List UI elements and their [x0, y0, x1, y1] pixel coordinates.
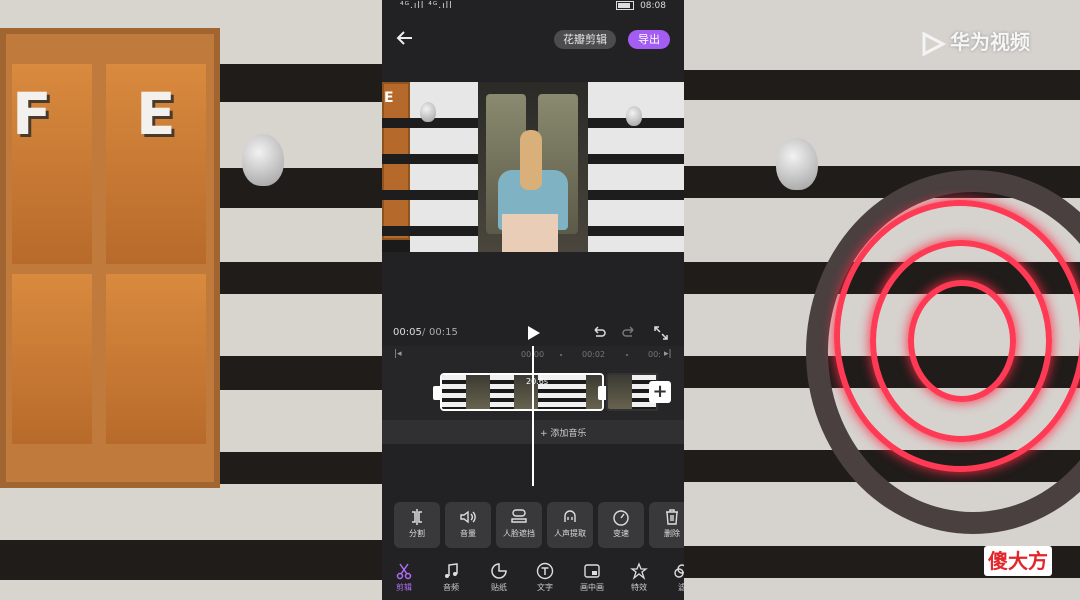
nav-label: 贴纸 — [491, 583, 507, 592]
corner-watermark: 傻大方 — [984, 546, 1052, 576]
video-platform-watermark: 华为视频 — [920, 26, 1030, 56]
nav-picture-in-picture[interactable]: 画中画 — [572, 562, 612, 593]
text-icon — [536, 562, 554, 580]
phone-screen: ⁴ᴳ.ıll ⁴ᴳ.ıll 08:08 花瓣剪辑 导出 E 00:05 / 00… — [382, 0, 684, 600]
status-time: 08:08 — [640, 1, 666, 11]
nav-label: 音频 — [443, 583, 459, 592]
nav-sticker[interactable]: 贴纸 — [479, 562, 519, 593]
video-preview[interactable]: E — [382, 82, 684, 252]
face-mask-icon — [511, 509, 527, 523]
trash-icon — [666, 509, 678, 525]
play-icon — [528, 326, 540, 340]
ruler-tick: 00: — [648, 350, 661, 359]
play-logo-icon — [922, 31, 946, 56]
nav-audio[interactable]: 音频 — [431, 562, 471, 593]
arrow-left-icon — [396, 31, 412, 45]
ruler-dot — [560, 354, 562, 356]
status-bar: ⁴ᴳ.ıll ⁴ᴳ.ıll 08:08 — [382, 0, 684, 14]
ruler-dot — [626, 354, 628, 356]
preview-person-skirt — [502, 214, 558, 252]
preview-person-hair — [520, 130, 542, 190]
ruler-tick: 00:02 — [582, 350, 606, 359]
speed-icon — [613, 510, 629, 526]
effects-icon — [630, 562, 648, 580]
tool-label: 人脸遮挡 — [503, 529, 535, 538]
watermark-text: 华为视频 — [950, 30, 1030, 54]
volume-icon — [460, 510, 476, 524]
tool-label: 音量 — [460, 529, 476, 538]
nav-effects[interactable]: 特效 — [619, 562, 659, 593]
redo-button[interactable] — [620, 324, 638, 342]
redo-icon — [622, 326, 634, 337]
sign-letter: E — [136, 80, 176, 148]
bottom-nav: 剪辑 音频 贴纸 文字 画中画 特效 滤 — [382, 558, 684, 600]
status-time-group: 08:08 — [616, 1, 666, 11]
wall-lamp — [242, 134, 284, 186]
current-time: 00:05 — [393, 327, 422, 338]
nav-label: 滤 — [678, 583, 684, 592]
split-icon — [412, 509, 422, 525]
background-right — [684, 0, 1080, 600]
video-clip[interactable]: 20.6s — [440, 373, 604, 411]
speed-button[interactable]: 变速 — [598, 502, 644, 548]
undo-button[interactable] — [590, 324, 608, 342]
nav-text[interactable]: 文字 — [525, 562, 565, 593]
tool-label: 人声提取 — [554, 529, 586, 538]
nav-label: 剪辑 — [396, 583, 412, 592]
play-button[interactable] — [524, 324, 542, 342]
preview-sign-letter: E — [384, 90, 394, 106]
jump-to-start-icon[interactable]: |◂ — [394, 349, 402, 359]
filter-icon — [674, 564, 684, 578]
background-left: F E — [0, 0, 382, 600]
back-button[interactable] — [392, 28, 418, 52]
tool-label: 分割 — [409, 529, 425, 538]
time-separator: / — [422, 327, 426, 338]
delete-button[interactable]: 删除 — [649, 502, 684, 548]
edit-toolbar: 分割 音量 人脸遮挡 人声提取 变速 删除 — [392, 502, 684, 550]
export-button[interactable]: 导出 — [628, 30, 670, 49]
wall-lamp — [776, 138, 818, 190]
fullscreen-icon — [654, 326, 668, 340]
jump-to-end-icon[interactable]: ▸| — [664, 349, 672, 359]
scissors-icon — [396, 563, 412, 580]
playback-controls: 00:05 / 00:15 — [382, 322, 684, 344]
preview-lamp — [626, 106, 642, 126]
music-note-icon — [445, 563, 458, 578]
split-button[interactable]: 分割 — [394, 502, 440, 548]
signal-indicator: ⁴ᴳ.ıll ⁴ᴳ.ıll — [400, 1, 453, 11]
corner-watermark-text: 傻大方 — [988, 549, 1048, 573]
volume-button[interactable]: 音量 — [445, 502, 491, 548]
voice-extract-icon — [564, 510, 576, 522]
total-time: 00:15 — [429, 327, 458, 338]
nav-filter[interactable]: 滤 — [662, 562, 684, 593]
tool-label: 变速 — [613, 529, 629, 538]
playhead[interactable] — [532, 346, 534, 486]
battery-icon — [616, 1, 635, 10]
nav-label: 画中画 — [580, 583, 604, 592]
fullscreen-button[interactable] — [652, 324, 670, 342]
undo-icon — [594, 326, 606, 337]
nav-edit[interactable]: 剪辑 — [384, 562, 424, 593]
nav-label: 特效 — [631, 583, 647, 592]
picture-in-picture-icon — [584, 564, 600, 578]
clip-duration: 20.6s — [526, 377, 548, 386]
preview-lamp — [420, 102, 436, 122]
wall-stripe — [0, 540, 382, 580]
add-music-button[interactable]: + 添加音乐 — [540, 426, 586, 439]
voice-extract-button[interactable]: 人声提取 — [547, 502, 593, 548]
add-clip-button[interactable]: + — [649, 381, 671, 403]
tool-label: 删除 — [664, 529, 680, 538]
wall-stripe — [684, 70, 1080, 100]
nav-label: 文字 — [537, 583, 553, 592]
brand-badge: 花瓣剪辑 — [554, 30, 616, 49]
sign-letter: F — [12, 80, 52, 148]
face-mask-button[interactable]: 人脸遮挡 — [496, 502, 542, 548]
sticker-icon — [491, 563, 507, 579]
